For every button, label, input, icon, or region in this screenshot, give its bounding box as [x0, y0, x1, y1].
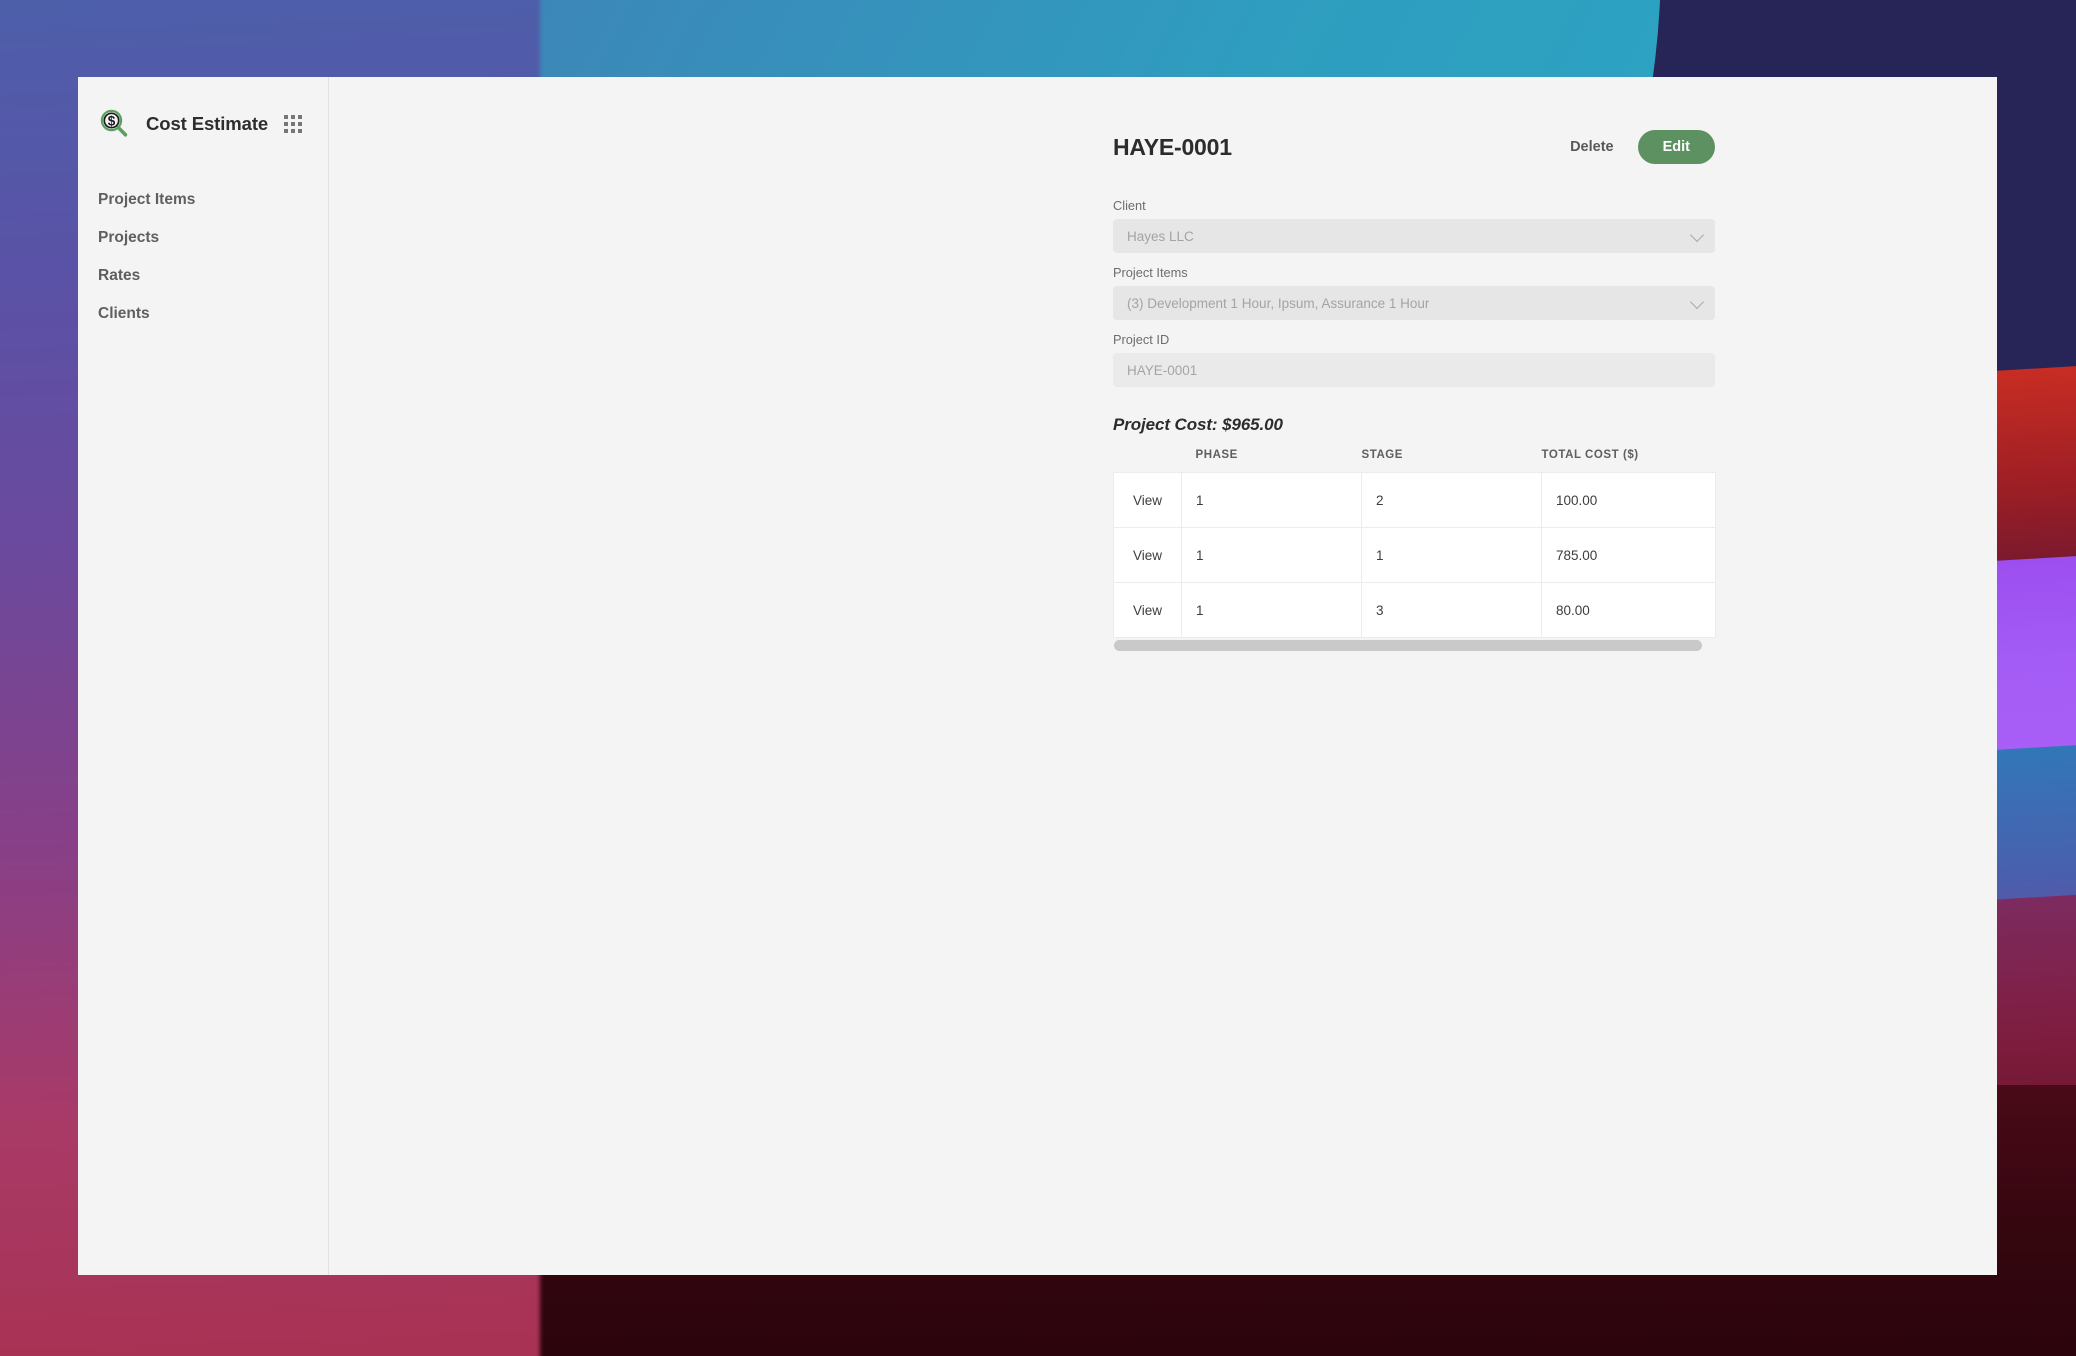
svg-text:$: $ [108, 114, 116, 129]
field-client: Client Hayes LLC [1113, 198, 1715, 253]
cell-stage: 3 [1361, 582, 1542, 638]
cell-action: View [1113, 582, 1182, 638]
column-header-stage: STAGE [1361, 449, 1542, 473]
view-link[interactable]: View [1133, 493, 1162, 508]
apps-grid-icon[interactable] [284, 115, 302, 133]
column-header-phase: PHASE [1181, 449, 1362, 473]
sidebar-item-projects[interactable]: Projects [78, 219, 328, 257]
cost-table: PHASE STAGE TOTAL COST ($) View 1 2 100.… [1113, 449, 1716, 638]
table-row: View 1 3 80.00 [1113, 582, 1716, 638]
dollar-magnifier-icon: $ [96, 106, 132, 142]
field-project-items: Project Items (3) Development 1 Hour, Ip… [1113, 265, 1715, 320]
field-client-label: Client [1113, 198, 1146, 213]
edit-button[interactable]: Edit [1637, 130, 1715, 164]
project-id-input[interactable]: HAYE-0001 [1113, 353, 1715, 387]
cell-action: View [1113, 472, 1182, 528]
column-header-actions [1113, 449, 1182, 473]
sidebar-item-rates[interactable]: Rates [78, 257, 328, 295]
project-items-select[interactable]: (3) Development 1 Hour, Ipsum, Assurance… [1113, 286, 1715, 320]
cell-phase: 1 [1181, 472, 1362, 528]
field-project-items-label: Project Items [1113, 265, 1188, 280]
cost-table-wrapper: PHASE STAGE TOTAL COST ($) View 1 2 100.… [1113, 449, 1716, 651]
chevron-down-icon [1689, 294, 1705, 310]
field-project-id: Project ID HAYE-0001 [1113, 332, 1715, 387]
cell-action: View [1113, 527, 1182, 583]
project-id-input-value: HAYE-0001 [1127, 362, 1198, 378]
page-title: HAYE-0001 [1113, 133, 1232, 160]
client-select-value: Hayes LLC [1127, 228, 1194, 244]
page-header: HAYE-0001 Delete Edit [1113, 122, 1715, 172]
cell-total-cost: 100.00 [1541, 472, 1716, 528]
table-horizontal-scrollbar[interactable] [1114, 640, 1702, 651]
project-cost-heading: Project Cost: $965.00 [1113, 415, 1283, 434]
client-select[interactable]: Hayes LLC [1113, 219, 1715, 253]
column-header-total-cost: TOTAL COST ($) [1541, 449, 1716, 473]
field-project-id-label: Project ID [1113, 332, 1170, 347]
app-title: Cost Estimate [146, 113, 269, 134]
delete-button[interactable]: Delete [1566, 133, 1618, 161]
table-row: View 1 1 785.00 [1113, 527, 1716, 583]
sidebar-item-clients[interactable]: Clients [78, 295, 328, 333]
cell-total-cost: 80.00 [1541, 582, 1716, 638]
sidebar-nav: Project Items Projects Rates Clients [78, 181, 328, 333]
sidebar-item-project-items[interactable]: Project Items [78, 181, 328, 219]
project-items-select-value: (3) Development 1 Hour, Ipsum, Assurance… [1127, 295, 1430, 311]
sidebar: $ Cost Estimate Project Items Projects R… [78, 77, 329, 1275]
cost-table-header-row: PHASE STAGE TOTAL COST ($) [1113, 449, 1716, 473]
header-actions: Delete Edit [1566, 130, 1715, 164]
cell-stage: 1 [1361, 527, 1542, 583]
brand-row: $ Cost Estimate [78, 93, 328, 147]
cost-table-head: PHASE STAGE TOTAL COST ($) [1113, 449, 1716, 473]
cost-table-body: View 1 2 100.00 View 1 1 785.00 View 1 3… [1113, 472, 1716, 638]
cell-phase: 1 [1181, 527, 1362, 583]
cell-stage: 2 [1361, 472, 1542, 528]
main-content: HAYE-0001 Delete Edit Client Hayes LLC P… [329, 77, 1997, 1275]
cell-phase: 1 [1181, 582, 1362, 638]
view-link[interactable]: View [1133, 548, 1162, 563]
table-row: View 1 2 100.00 [1113, 472, 1716, 528]
view-link[interactable]: View [1133, 603, 1162, 618]
cell-total-cost: 785.00 [1541, 527, 1716, 583]
chevron-down-icon [1689, 227, 1705, 243]
detail-panel: HAYE-0001 Delete Edit Client Hayes LLC P… [1113, 122, 1716, 651]
app-window: $ Cost Estimate Project Items Projects R… [78, 77, 1997, 1275]
